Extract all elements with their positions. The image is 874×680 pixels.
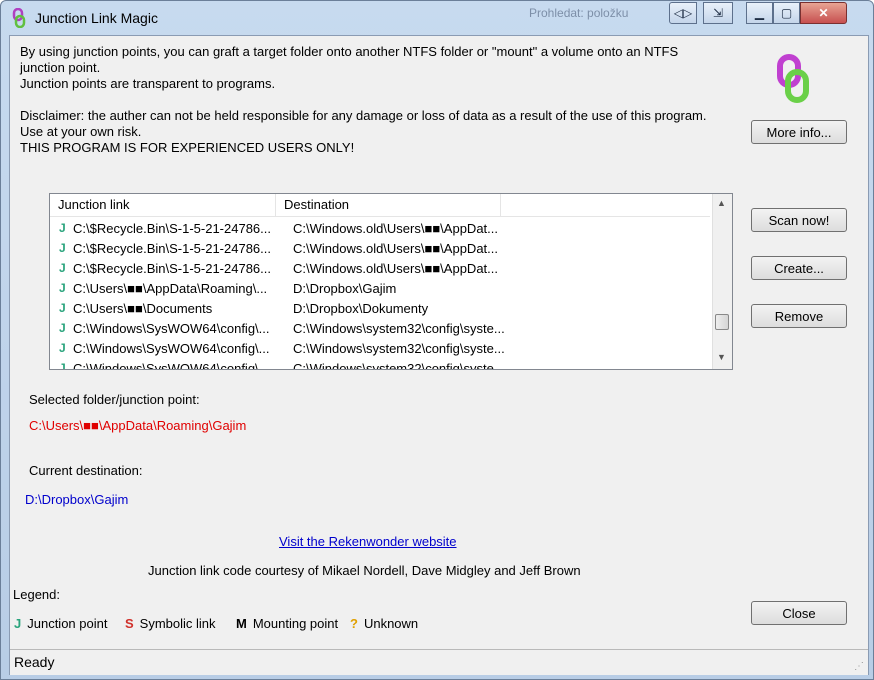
junction-list[interactable]: Junction link Destination J C:\$Recycle.… — [49, 193, 733, 370]
legend-mounting-point: M Mounting point — [236, 616, 338, 631]
dock-icon[interactable]: ⇲ — [703, 2, 733, 24]
background-search-hint: Prohledat: položku — [529, 6, 629, 20]
legend-unknown: ? Unknown — [350, 616, 418, 631]
table-row[interactable]: J C:\Windows\SysWOW64\config\... C:\Wind… — [50, 338, 710, 358]
legend-label: Unknown — [363, 616, 419, 631]
row-junction-link: C:\Users\■■\AppData\Roaming\... — [73, 280, 268, 296]
mounting-point-icon: M — [236, 616, 247, 631]
disclaimer-line: Disclaimer: the auther can not be held r… — [20, 108, 707, 123]
resize-grip-icon[interactable]: ⋰ — [854, 661, 864, 672]
row-destination: C:\Windows.old\Users\■■\AppDat... — [293, 260, 498, 276]
junction-logo-icon — [777, 54, 809, 103]
row-junction-link: C:\$Recycle.Bin\S-1-5-21-24786... — [73, 220, 271, 236]
legend-title: Legend: — [13, 587, 60, 602]
row-junction-link: C:\Users\■■\Documents — [73, 300, 213, 316]
dialog-client-area: By using junction points, you can graft … — [9, 35, 869, 675]
table-row[interactable]: J C:\Users\■■\AppData\Roaming\... D:\Dro… — [50, 278, 710, 298]
row-destination: D:\Dropbox\Gajim — [293, 280, 397, 296]
app-window: Junction Link Magic Prohledat: položku ◁… — [0, 0, 874, 680]
row-junction-link: C:\Windows\SysWOW64\config\... — [73, 360, 270, 370]
nav-arrows-icon[interactable]: ◁▷ — [669, 2, 697, 24]
maximize-button[interactable]: ▢ — [773, 2, 800, 24]
scroll-thumb[interactable] — [715, 314, 729, 330]
scan-now-button[interactable]: Scan now! — [751, 208, 847, 232]
junction-type-icon: J — [59, 321, 66, 335]
warning-line: THIS PROGRAM IS FOR EXPERIENCED USERS ON… — [20, 140, 355, 155]
selected-path: C:\Users\■■\AppData\Roaming\Gajim — [29, 418, 247, 433]
status-bar: Ready ⋰ — [10, 649, 868, 675]
row-destination: C:\Windows.old\Users\■■\AppDat... — [293, 240, 498, 256]
legend-junction-point: J Junction point — [14, 616, 107, 631]
junction-type-icon: J — [59, 341, 66, 355]
row-junction-link: C:\$Recycle.Bin\S-1-5-21-24786... — [73, 240, 271, 256]
current-destination-label: Current destination: — [29, 463, 143, 478]
chain-link-icon — [12, 8, 26, 28]
selected-label: Selected folder/junction point: — [29, 392, 200, 407]
column-header-junction-link[interactable]: Junction link — [50, 194, 276, 216]
row-destination: D:\Dropbox\Dokumenty — [293, 300, 429, 316]
legend-symbolic-link: S Symbolic link — [125, 616, 216, 631]
row-destination: C:\Windows\system32\config\syste... — [293, 340, 505, 356]
row-junction-link: C:\Windows\SysWOW64\config\... — [73, 320, 270, 336]
unknown-icon: ? — [350, 616, 358, 631]
row-junction-link: C:\$Recycle.Bin\S-1-5-21-24786... — [73, 260, 271, 276]
current-destination-path: D:\Dropbox\Gajim — [25, 492, 129, 507]
row-destination: C:\Windows\system32\config\syste... — [293, 320, 505, 336]
vertical-scrollbar[interactable]: ▲ ▼ — [712, 194, 732, 369]
scroll-down-icon[interactable]: ▼ — [717, 352, 726, 362]
create-button[interactable]: Create... — [751, 256, 847, 280]
minimize-button[interactable]: ▁ — [746, 2, 773, 24]
description-text: By using junction points, you can graft … — [20, 44, 740, 156]
column-header-destination[interactable]: Destination — [276, 194, 501, 216]
description-line: Junction points are transparent to progr… — [20, 76, 276, 91]
symbolic-link-icon: S — [125, 616, 134, 631]
junction-point-icon: J — [14, 616, 22, 631]
table-row[interactable]: J C:\$Recycle.Bin\S-1-5-21-24786... C:\W… — [50, 238, 710, 258]
list-header: Junction link Destination — [50, 194, 710, 217]
close-window-button[interactable]: ✕ — [800, 2, 847, 24]
junction-type-icon: J — [59, 301, 66, 315]
legend-label: Junction point — [27, 616, 108, 631]
more-info-button[interactable]: More info... — [751, 120, 847, 144]
row-junction-link: C:\Windows\SysWOW64\config\... — [73, 340, 270, 356]
table-row[interactable]: J C:\$Recycle.Bin\S-1-5-21-24786... C:\W… — [50, 258, 710, 278]
website-link[interactable]: Visit the Rekenwonder website — [279, 534, 457, 549]
description-line: junction point. — [20, 60, 101, 75]
junction-type-icon: J — [59, 241, 66, 255]
junction-type-icon: J — [59, 361, 66, 370]
description-line: By using junction points, you can graft … — [20, 44, 679, 59]
scroll-up-icon[interactable]: ▲ — [717, 198, 726, 208]
table-row[interactable]: J C:\Windows\SysWOW64\config\... C:\Wind… — [50, 318, 710, 338]
table-row[interactable]: J C:\Windows\SysWOW64\config\... C:\Wind… — [50, 358, 710, 370]
remove-button[interactable]: Remove — [751, 304, 847, 328]
window-title: Junction Link Magic — [35, 10, 158, 26]
close-button[interactable]: Close — [751, 601, 847, 625]
junction-type-icon: J — [59, 281, 66, 295]
status-text: Ready — [14, 654, 55, 670]
table-row[interactable]: J C:\$Recycle.Bin\S-1-5-21-24786... C:\W… — [50, 218, 710, 238]
junction-type-icon: J — [59, 221, 66, 235]
disclaimer-line: Use at your own risk. — [20, 124, 142, 139]
legend-label: Symbolic link — [139, 616, 216, 631]
legend-label: Mounting point — [252, 616, 339, 631]
junction-type-icon: J — [59, 261, 66, 275]
row-destination: C:\Windows\system32\config\syste... — [293, 360, 505, 370]
row-destination: C:\Windows.old\Users\■■\AppDat... — [293, 220, 498, 236]
credits-text: Junction link code courtesy of Mikael No… — [148, 563, 581, 578]
title-bar[interactable]: Junction Link Magic Prohledat: položku ◁… — [1, 1, 873, 35]
table-row[interactable]: J C:\Users\■■\Documents D:\Dropbox\Dokum… — [50, 298, 710, 318]
